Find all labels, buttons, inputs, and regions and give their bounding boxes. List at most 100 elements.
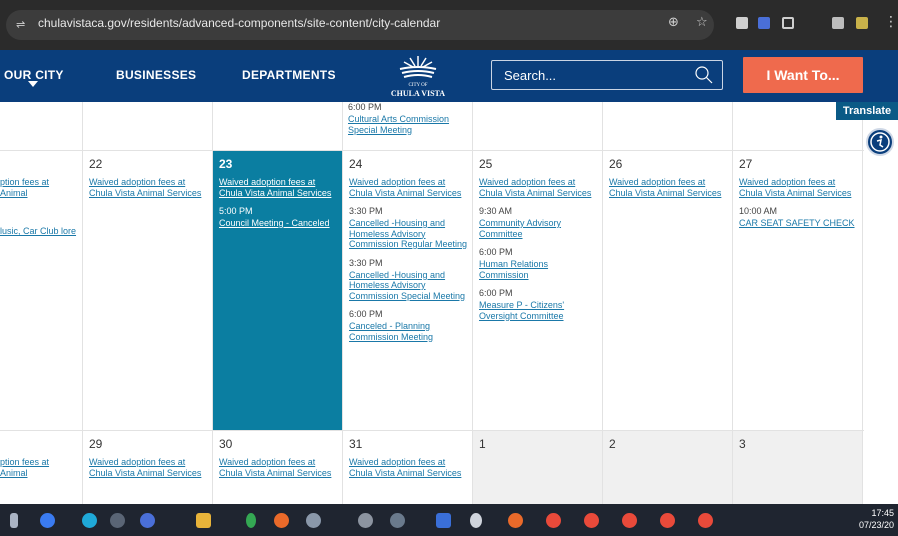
day-number: 25 — [479, 157, 493, 171]
profile-icon[interactable] — [856, 17, 868, 29]
logo-line2: CHULA VISTA — [390, 89, 446, 98]
calendar-day-cell: 24 Waived adoption fees at Chula Vista An… — [343, 151, 472, 430]
calendar-day-cell: 1 — [473, 431, 602, 504]
event-link[interactable]: Council Meeting - Canceled — [219, 218, 338, 229]
nav-departments[interactable]: DEPARTMENTS — [242, 68, 336, 82]
event-link[interactable]: Waived adoption fees at Chula Vista Anim… — [349, 177, 468, 198]
event-link[interactable]: Canceled - Planning Commission Meeting — [349, 321, 468, 342]
app-icon[interactable] — [40, 513, 55, 528]
event-time: 6:00 PM — [348, 102, 382, 112]
calendar-day-cell: 3 — [733, 431, 862, 504]
calendar-day-cell: 25 Waived adoption fees at Chula Vista An… — [473, 151, 602, 430]
browser-toolbar: ⇌ chulavistaca.gov/residents/advanced-co… — [0, 0, 898, 50]
event-link[interactable]: Cancelled -Housing and Homeless Advisory… — [349, 218, 468, 250]
app-icon[interactable] — [140, 513, 155, 528]
chrome-icon[interactable] — [622, 513, 637, 528]
calendar-day-cell: 22 Waived adoption fees at Chula Vista An… — [83, 151, 212, 430]
event-link[interactable]: ption fees at Animal — [0, 457, 77, 478]
menu-kebab-icon[interactable]: ⋮ — [884, 14, 898, 30]
event-link[interactable]: lusic, Car Club lore — [0, 226, 77, 237]
accessibility-button[interactable] — [866, 128, 894, 156]
calendar-day-cell: 23 Waived adoption fees at Chula Vista An… — [213, 151, 342, 430]
app-icon[interactable] — [358, 513, 373, 528]
event-time: 9:30 AM — [479, 206, 513, 216]
day-number: 29 — [89, 437, 103, 451]
app-icon[interactable] — [436, 513, 451, 528]
search-placeholder: Search... — [504, 68, 557, 83]
chrome-icon[interactable] — [698, 513, 713, 528]
calendar-day-cell: ption fees at Animal — [0, 431, 81, 504]
event-link[interactable]: Waived adoption fees at Chula Vista Anim… — [609, 177, 728, 198]
calendar-day-cell: 31 Waived adoption fees at Chula Vista An… — [343, 431, 472, 504]
nav-our-city[interactable]: OUR CITY — [4, 68, 64, 82]
chrome-icon[interactable] — [508, 513, 523, 528]
chrome-icon[interactable] — [546, 513, 561, 528]
chrome-icon[interactable] — [584, 513, 599, 528]
event-link[interactable]: Waived adoption fees at Chula Vista Anim… — [219, 177, 338, 198]
calendar-grid: 6:00 PM Cultural Arts Commission Special… — [0, 102, 898, 504]
event-link[interactable]: Waived adoption fees at Chula Vista Anim… — [479, 177, 598, 198]
app-icon[interactable] — [110, 513, 125, 528]
event-link[interactable]: Human Relations Commission — [479, 259, 598, 280]
calendar-day-cell: 2 — [603, 431, 732, 504]
day-number: 30 — [219, 437, 233, 451]
calendar-day-cell: 26 Waived adoption fees at Chula Vista An… — [603, 151, 732, 430]
zoom-icon[interactable]: ⊕ — [668, 15, 679, 30]
calendar-day-cell: 29 Waived adoption fees at Chula Vista An… — [83, 431, 212, 504]
event-link[interactable]: Waived adoption fees at Chula Vista Anim… — [89, 177, 208, 198]
logo-emblem-icon — [399, 56, 437, 78]
file-explorer-icon[interactable] — [196, 513, 211, 528]
day-number: 1 — [479, 437, 486, 451]
day-number: 23 — [219, 157, 233, 171]
translate-button[interactable]: Translate — [836, 102, 898, 120]
event-link[interactable]: ption fees at Animal — [0, 177, 77, 198]
day-number: 22 — [89, 157, 103, 171]
chevron-down-icon[interactable] — [28, 81, 38, 87]
city-logo[interactable]: CITY OF CHULA VISTA — [388, 52, 448, 100]
event-link[interactable]: Cultural Arts Commission Special Meeting — [348, 114, 472, 135]
day-number: 24 — [349, 157, 363, 171]
settings-gear-icon[interactable] — [470, 513, 482, 528]
event-link[interactable]: CAR SEAT SAFETY CHECK — [739, 218, 858, 229]
bookmark-star-icon[interactable]: ☆ — [696, 15, 708, 30]
day-number: 2 — [609, 437, 616, 451]
event-link[interactable]: Waived adoption fees at Chula Vista Anim… — [739, 177, 858, 198]
calendar-day-cell: ption fees at Animal lusic, Car Club lore — [0, 151, 81, 430]
play-icon[interactable] — [246, 513, 256, 528]
event-time: 3:30 PM — [349, 257, 383, 268]
extensions-puzzle-icon[interactable] — [782, 17, 794, 29]
extension-icon[interactable] — [758, 17, 770, 29]
event-time: 6:00 PM — [479, 247, 513, 257]
event-link[interactable]: Measure P - Citizens' Oversight Committe… — [479, 300, 598, 321]
reading-list-icon[interactable] — [832, 17, 844, 29]
clock-time: 17:45 — [871, 508, 894, 518]
day-number — [0, 157, 77, 171]
app-icon[interactable] — [306, 513, 321, 528]
event-link[interactable]: Waived adoption fees at Chula Vista Anim… — [219, 457, 338, 478]
chrome-icon[interactable] — [660, 513, 675, 528]
calendar-cell-prev: 6:00 PM Cultural Arts Commission Special… — [348, 102, 472, 150]
logo-line1: CITY OF — [408, 83, 428, 88]
edge-icon[interactable] — [82, 513, 97, 528]
site-info-icon[interactable]: ⇌ — [16, 19, 28, 31]
clock-date: 07/23/20 — [858, 520, 894, 530]
i-want-to-button[interactable]: I Want To... — [743, 57, 863, 93]
search-icon[interactable] — [694, 65, 714, 85]
extension-icon[interactable] — [736, 17, 748, 29]
event-time: 10:00 AM — [739, 206, 778, 216]
app-icon[interactable] — [390, 513, 405, 528]
event-link[interactable]: Community Advisory Committee — [479, 218, 598, 239]
system-clock[interactable]: 17:45 07/23/20 — [859, 507, 894, 531]
event-link[interactable]: Waived adoption fees at Chula Vista Anim… — [349, 457, 468, 478]
nav-businesses[interactable]: BUSINESSES — [116, 68, 196, 82]
day-number: 27 — [739, 157, 753, 171]
event-link[interactable]: Cancelled -Housing and Homeless Advisory… — [349, 270, 468, 302]
os-taskbar: 17:45 07/23/20 — [0, 504, 898, 536]
widgets-icon[interactable] — [10, 513, 18, 528]
event-time: 6:00 PM — [349, 309, 383, 319]
app-icon[interactable] — [274, 513, 289, 528]
event-link[interactable]: Waived adoption fees at Chula Vista Anim… — [89, 457, 208, 478]
search-input[interactable]: Search... — [491, 60, 723, 90]
accessibility-icon — [870, 132, 890, 152]
url-text[interactable]: chulavistaca.gov/residents/advanced-comp… — [38, 16, 440, 30]
